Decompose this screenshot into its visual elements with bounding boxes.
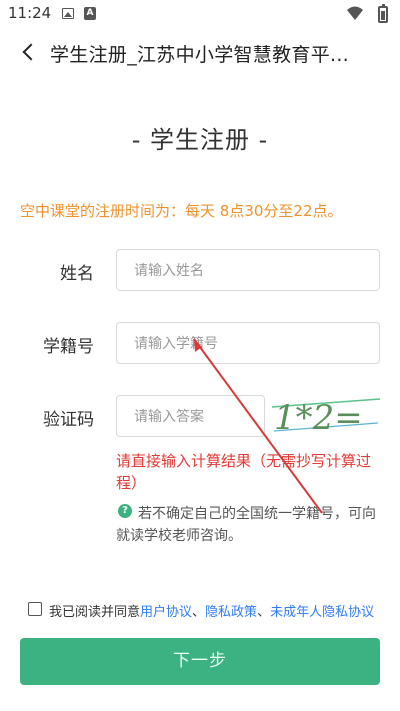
captcha-image-text: 1*2= <box>274 398 363 437</box>
agreement-checkbox[interactable] <box>28 602 42 616</box>
wifi-icon <box>347 6 363 20</box>
back-arrow-icon[interactable] <box>20 40 40 64</box>
minor-privacy-link[interactable]: 未成年人隐私协议 <box>270 605 374 620</box>
captcha-error-text: 请直接输入计算结果（无需抄写计算过程） <box>116 452 372 492</box>
registration-time-notice: 空中课堂的注册时间为：每天 8点30分至22点。 <box>20 202 343 220</box>
student-id-input[interactable]: 请输入学籍号 <box>116 322 380 364</box>
student-id-label: 学籍号 <box>43 337 94 357</box>
agreement-text: 我已阅读并同意用户协议、隐私政策、未成年人隐私协议 <box>49 601 374 620</box>
a-icon: A <box>84 7 96 20</box>
next-step-button[interactable]: 下一步 <box>20 638 380 685</box>
question-circle-icon: ? <box>118 504 132 518</box>
top-bar: 学生注册_江苏中小学智慧教育平... <box>0 32 400 72</box>
captcha-image[interactable]: 1*2= <box>270 393 382 437</box>
name-placeholder: 请输入姓名 <box>134 263 204 279</box>
student-id-hint: 若不确定自己的全国统一学籍号，可向就读学校老师咨询。 <box>116 506 376 544</box>
captcha-label: 验证码 <box>43 410 94 430</box>
agreement-row: 我已阅读并同意用户协议、隐私政策、未成年人隐私协议 <box>28 600 388 620</box>
registration-heading: - 学生注册 - <box>131 126 269 154</box>
name-input[interactable]: 请输入姓名 <box>116 249 380 291</box>
battery-icon <box>378 4 388 23</box>
student-id-placeholder: 请输入学籍号 <box>134 336 218 352</box>
name-label: 姓名 <box>60 264 94 284</box>
user-agreement-link[interactable]: 用户协议 <box>140 605 192 620</box>
agreement-separator: 、 <box>257 605 271 620</box>
image-icon <box>62 8 74 19</box>
agreement-separator: 、 <box>192 605 206 620</box>
page-title: 学生注册_江苏中小学智慧教育平... <box>50 44 350 66</box>
captcha-placeholder: 请输入答案 <box>134 409 204 425</box>
status-time: 11:24 <box>8 4 52 22</box>
status-bar: 11:24 A <box>0 0 400 28</box>
captcha-answer-input[interactable]: 请输入答案 <box>116 395 265 437</box>
privacy-policy-link[interactable]: 隐私政策 <box>205 605 257 620</box>
agreement-prefix: 我已阅读并同意 <box>49 605 141 620</box>
